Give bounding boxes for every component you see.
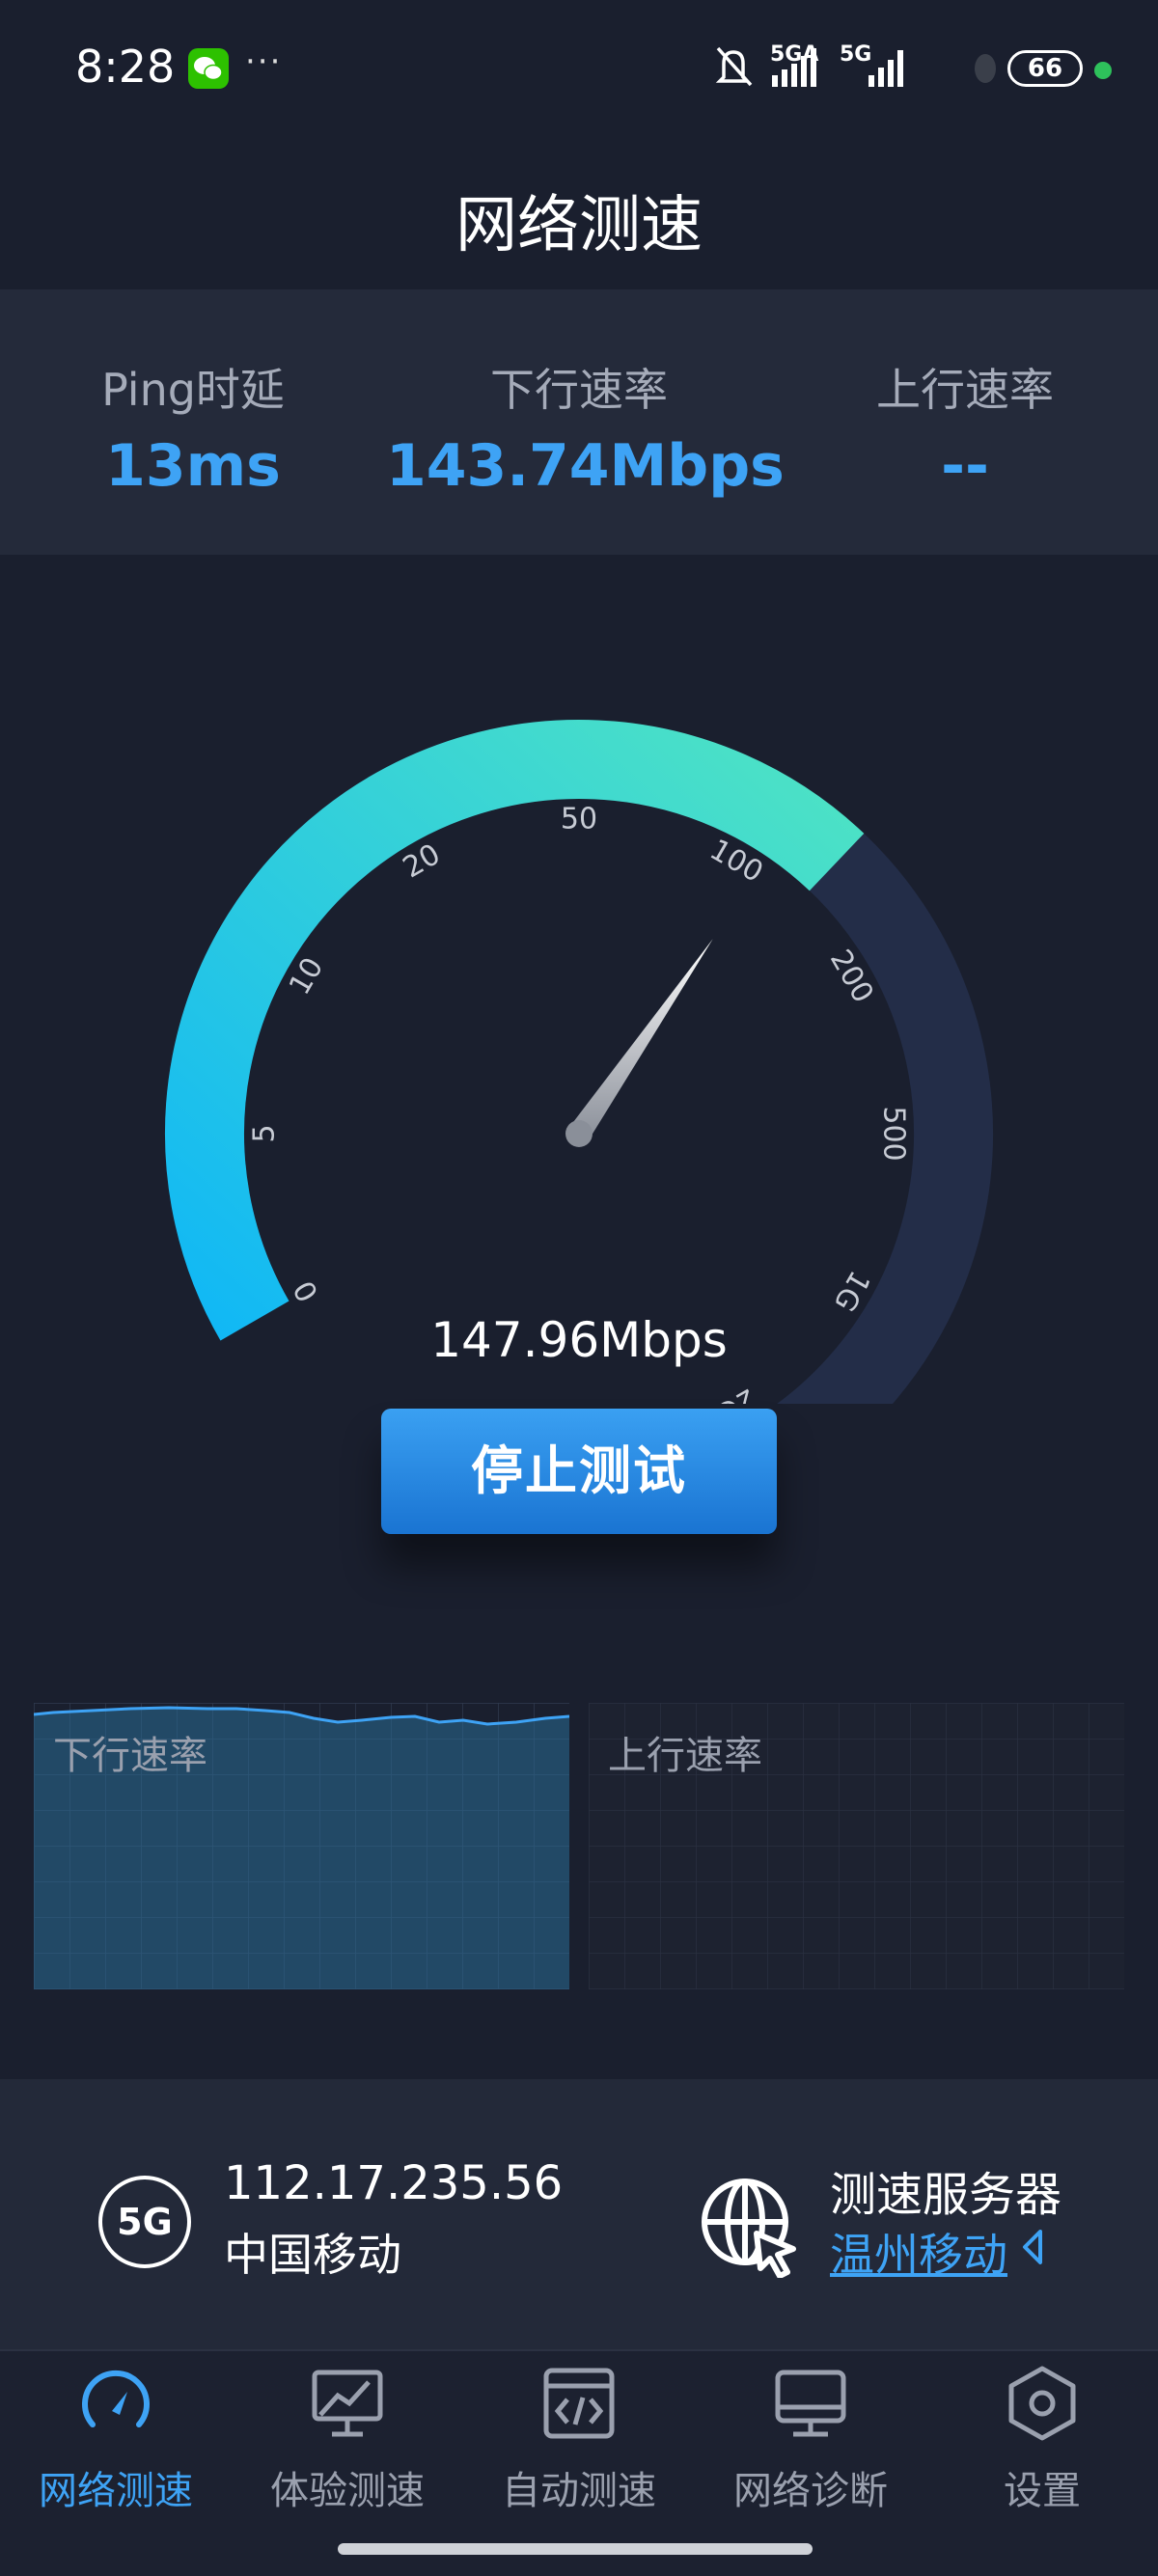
header: 网络测速	[0, 135, 1158, 289]
server-link[interactable]: 温州移动	[830, 2220, 1007, 2284]
desktop-icon	[775, 2370, 846, 2437]
battery-icon: 66	[1007, 50, 1083, 87]
home-indicator	[338, 2543, 813, 2555]
tab-settings[interactable]: 设置	[926, 2351, 1158, 2576]
network-info-panel: 5G 112.17.235.56 中国移动 测速服务器 温州移动	[0, 2079, 1158, 2349]
gauge-progress	[165, 720, 865, 1341]
status-bar: 8:28 ··· 5GA 5G 66	[0, 0, 1158, 135]
gauge-needle	[565, 939, 713, 1147]
globe-cursor-icon	[702, 2179, 796, 2278]
status-time: 8:28	[75, 41, 176, 93]
download-label: 下行速率	[490, 364, 668, 416]
network-type-5g: 5G	[840, 42, 872, 67]
network-type-5ga: 5GA	[770, 42, 819, 67]
settings-hexagon-icon	[1008, 2366, 1076, 2441]
wechat-icon	[188, 48, 229, 89]
gauge-tick-label: 500	[877, 1106, 911, 1161]
gauge-tick-label: 5	[248, 1124, 282, 1142]
speedometer-icon	[82, 2370, 150, 2427]
blurred-status-icon	[975, 54, 996, 83]
gauge-tick-label: 2G	[710, 1382, 762, 1404]
metrics-panel: Ping时延 13ms 下行速率 143.74Mbps 上行速率 --	[0, 289, 1158, 555]
server-title: 测速服务器	[830, 2168, 1062, 2222]
upload-label: 上行速率	[876, 364, 1054, 416]
bottom-tab-bar: 网络测速 体验测速 自动测速 网络诊断 设置	[0, 2349, 1158, 2576]
ip-address: 112.17.235.56	[224, 2156, 564, 2210]
speed-gauge: 051020501002005001G2G5G 147.96Mbps 停止测试	[0, 555, 1158, 1534]
5g-badge-icon: 5G	[98, 2176, 191, 2268]
mute-icon	[1013, 0, 1014, 1]
gauge-dial: 051020501002005001G2G5G	[165, 720, 993, 1404]
chevron-left-icon[interactable]	[1021, 2228, 1044, 2266]
download-metric: 下行速率 143.74Mbps	[386, 355, 785, 500]
gauge-tick-label: 50	[561, 803, 597, 836]
upload-graph-label: 上行速率	[608, 1734, 762, 1778]
tab-label: 网络诊断	[733, 2469, 888, 2513]
speed-graphs: 下行速率 上行速率	[0, 1703, 1158, 1992]
signal-5g-icon	[868, 50, 903, 87]
bell-off-icon	[715, 46, 753, 87]
ping-metric: Ping时延 13ms	[0, 355, 386, 500]
page-title: 网络测速	[455, 190, 703, 261]
carrier-name: 中国移动	[224, 2229, 401, 2281]
upload-value: --	[941, 432, 989, 500]
tab-label: 自动测速	[502, 2469, 656, 2513]
current-speed: 147.96Mbps	[430, 1312, 728, 1368]
code-window-icon	[543, 2368, 615, 2439]
tab-label: 体验测速	[270, 2469, 425, 2513]
privacy-indicator-icon	[1094, 62, 1112, 79]
download-graph-label: 下行速率	[53, 1734, 207, 1778]
download-value: 143.74Mbps	[386, 432, 785, 500]
stop-test-button[interactable]: 停止测试	[381, 1409, 777, 1534]
upload-metric: 上行速率 --	[772, 355, 1158, 500]
more-notifications-icon: ···	[245, 42, 283, 81]
download-graph: 下行速率	[34, 1703, 569, 1989]
gauge-tick-label: 0	[288, 1274, 326, 1307]
ping-label: Ping时延	[101, 364, 285, 416]
tab-network-speed[interactable]: 网络测速	[0, 2351, 232, 2576]
tab-label: 网络测速	[39, 2469, 193, 2513]
tab-label: 设置	[1004, 2469, 1081, 2513]
signal-icons	[715, 46, 903, 87]
monitor-chart-icon	[312, 2370, 383, 2437]
ping-value: 13ms	[105, 432, 281, 500]
upload-graph: 上行速率	[589, 1703, 1124, 1989]
